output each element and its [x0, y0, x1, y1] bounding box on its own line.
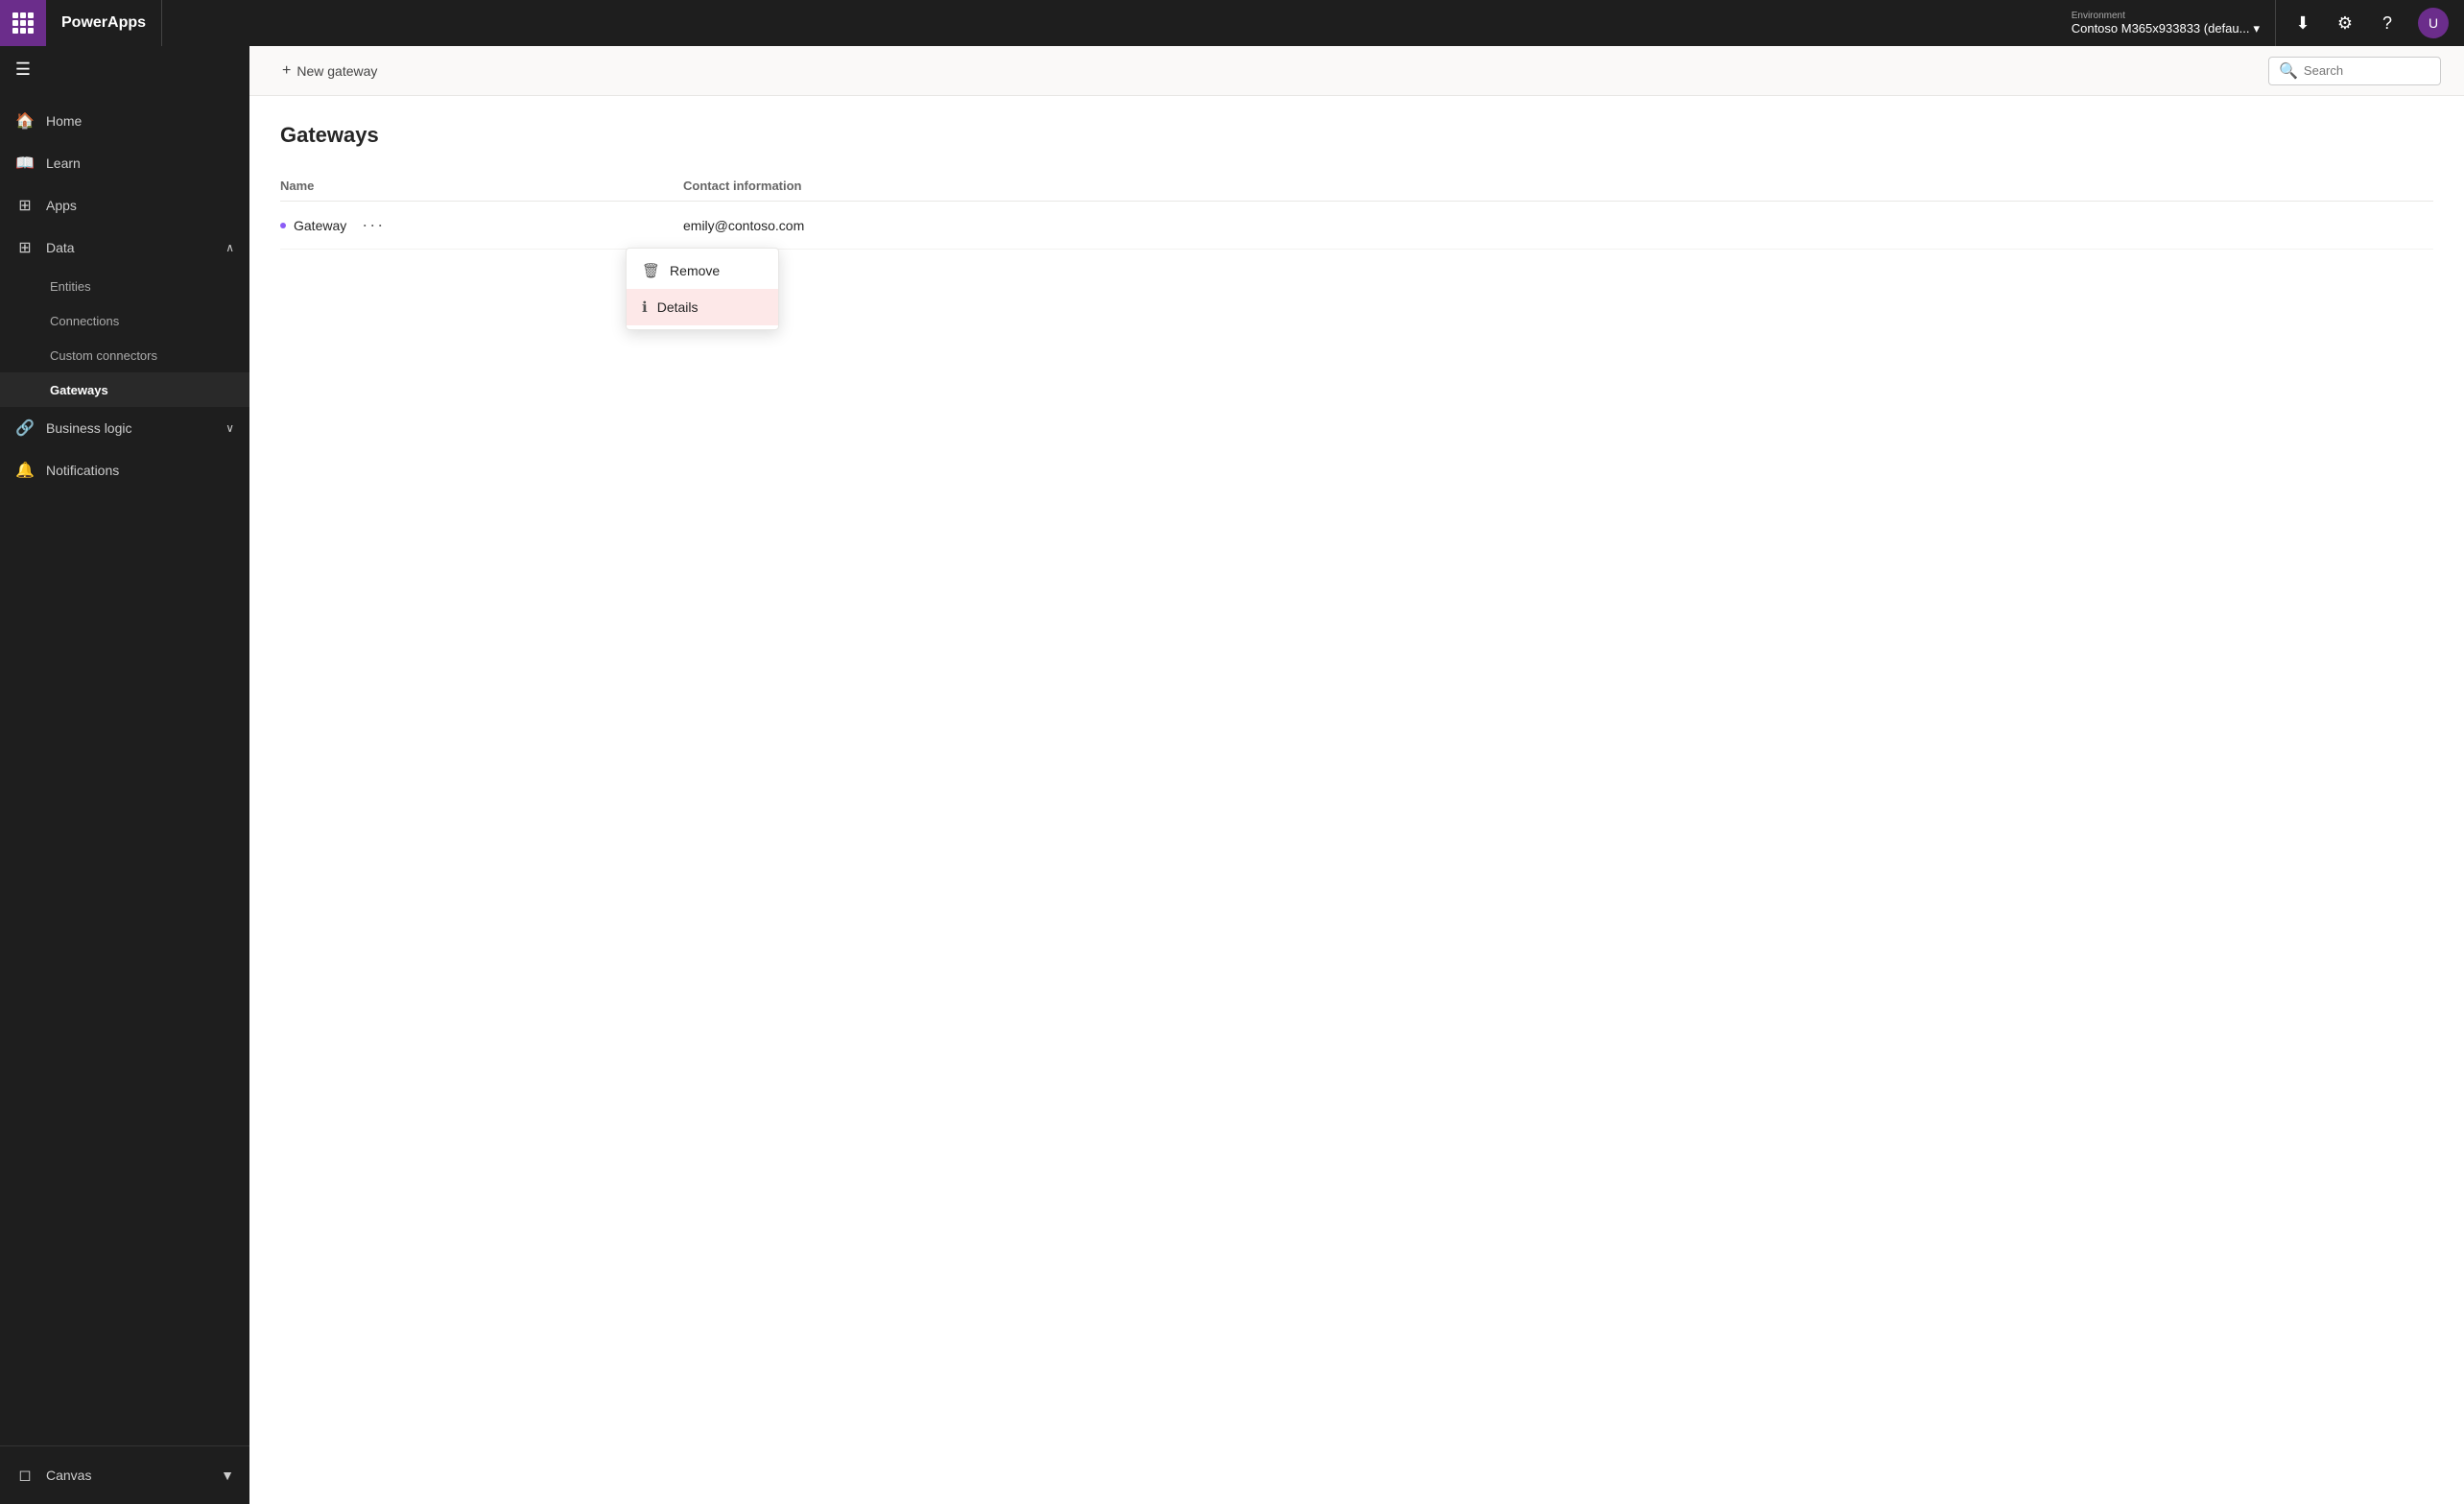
details-label: Details: [657, 299, 699, 315]
apps-icon: ⊞: [15, 196, 35, 215]
plus-icon: +: [282, 62, 291, 80]
gateway-name: Gateway: [294, 218, 346, 233]
new-gateway-label: New gateway: [296, 63, 377, 79]
remove-label: Remove: [670, 263, 720, 278]
learn-icon: 📖: [15, 154, 35, 173]
gear-icon: ⚙: [2337, 13, 2353, 34]
custom-connectors-label: Custom connectors: [50, 348, 157, 363]
waffle-button[interactable]: [0, 0, 46, 46]
main-layout: ☰ 🏠 Home 📖 Learn ⊞ Apps ⊞ Data ∧ Entitie: [0, 46, 2464, 1504]
canvas-arrow-icon: ▼: [221, 1468, 234, 1483]
sidebar-notifications-label: Notifications: [46, 463, 119, 478]
environment-selector[interactable]: Environment Contoso M365x933833 (defau..…: [2056, 0, 2276, 46]
row-contact-cell: emily@contoso.com: [683, 218, 2433, 233]
data-expand-icon: ∧: [225, 241, 234, 254]
sidebar-item-data[interactable]: ⊞ Data ∧: [0, 227, 249, 269]
sidebar-item-entities[interactable]: Entities: [0, 269, 249, 303]
env-chevron-icon: ▾: [2253, 21, 2260, 36]
table-header: Name Contact information: [280, 171, 2433, 202]
help-button[interactable]: ?: [2368, 4, 2406, 42]
app-title: PowerApps: [61, 14, 146, 32]
content-area: + New gateway 🔍 Gateways Name Contact in…: [249, 46, 2464, 1504]
new-gateway-button[interactable]: + New gateway: [272, 57, 387, 85]
sidebar-data-label: Data: [46, 240, 75, 255]
env-label: Environment: [2072, 11, 2260, 21]
contact-email: emily@contoso.com: [683, 218, 804, 233]
sidebar-home-label: Home: [46, 113, 82, 129]
app-brand: PowerApps: [46, 0, 162, 46]
data-icon: ⊞: [15, 238, 35, 257]
business-logic-expand-icon: ∨: [225, 421, 234, 435]
topbar: PowerApps Environment Contoso M365x93383…: [0, 0, 2464, 46]
entities-label: Entities: [50, 279, 91, 294]
sidebar-item-apps[interactable]: ⊞ Apps: [0, 184, 249, 227]
download-button[interactable]: ⬇: [2284, 4, 2322, 42]
business-logic-icon: 🔗: [15, 418, 35, 438]
dropdown-details-item[interactable]: ℹ Details: [627, 289, 778, 325]
sidebar-item-notifications[interactable]: 🔔 Notifications: [0, 449, 249, 491]
page-content: Gateways Name Contact information Gatewa…: [249, 96, 2464, 1504]
sidebar: ☰ 🏠 Home 📖 Learn ⊞ Apps ⊞ Data ∧ Entitie: [0, 46, 249, 1504]
col-contact-header: Contact information: [683, 179, 2433, 193]
remove-icon: 🗑: [642, 262, 660, 279]
sidebar-item-learn[interactable]: 📖 Learn: [0, 142, 249, 184]
sidebar-learn-label: Learn: [46, 155, 81, 171]
notifications-icon: 🔔: [15, 461, 35, 480]
env-value: Contoso M365x933833 (defau... ▾: [2072, 21, 2260, 36]
sidebar-item-home[interactable]: 🏠 Home: [0, 100, 249, 142]
user-avatar[interactable]: U: [2418, 8, 2449, 38]
waffle-icon: [12, 12, 34, 34]
search-box[interactable]: 🔍: [2268, 57, 2441, 85]
hamburger-icon: ☰: [15, 60, 31, 80]
sidebar-canvas-item[interactable]: ◻ Canvas ▼: [0, 1454, 249, 1496]
connections-label: Connections: [50, 314, 119, 328]
canvas-label: Canvas: [46, 1468, 91, 1483]
col-name-header: Name: [280, 179, 683, 193]
action-bar: + New gateway 🔍: [249, 46, 2464, 96]
sidebar-item-custom-connectors[interactable]: Custom connectors: [0, 338, 249, 372]
page-title: Gateways: [280, 123, 2433, 148]
sidebar-item-business-logic[interactable]: 🔗 Business logic ∨: [0, 407, 249, 449]
search-input[interactable]: [2304, 63, 2428, 78]
sidebar-bottom: ◻ Canvas ▼: [0, 1445, 249, 1504]
help-icon: ?: [2382, 13, 2392, 34]
canvas-icon: ◻: [15, 1466, 35, 1485]
gateways-label: Gateways: [50, 383, 108, 397]
sidebar-business-logic-label: Business logic: [46, 420, 132, 436]
row-name-cell: Gateway ···: [280, 213, 683, 237]
dropdown-menu: 🗑 Remove ℹ Details: [626, 248, 779, 330]
home-icon: 🏠: [15, 111, 35, 131]
row-status-dot: [280, 223, 286, 228]
sidebar-apps-label: Apps: [46, 198, 77, 213]
search-icon: 🔍: [2279, 61, 2298, 81]
sidebar-item-connections[interactable]: Connections: [0, 303, 249, 338]
table-row: Gateway ··· emily@contoso.com 🗑 Remove ℹ…: [280, 202, 2433, 250]
details-icon: ℹ: [642, 298, 648, 316]
sidebar-item-gateways[interactable]: Gateways: [0, 372, 249, 407]
settings-button[interactable]: ⚙: [2326, 4, 2364, 42]
sidebar-toggle[interactable]: ☰: [0, 46, 46, 92]
topbar-icons: ⬇ ⚙ ? U: [2276, 4, 2464, 42]
row-more-button[interactable]: ···: [354, 213, 392, 237]
sidebar-nav: 🏠 Home 📖 Learn ⊞ Apps ⊞ Data ∧ Entities …: [0, 92, 249, 1445]
download-icon: ⬇: [2295, 13, 2310, 34]
dropdown-remove-item[interactable]: 🗑 Remove: [627, 252, 778, 289]
